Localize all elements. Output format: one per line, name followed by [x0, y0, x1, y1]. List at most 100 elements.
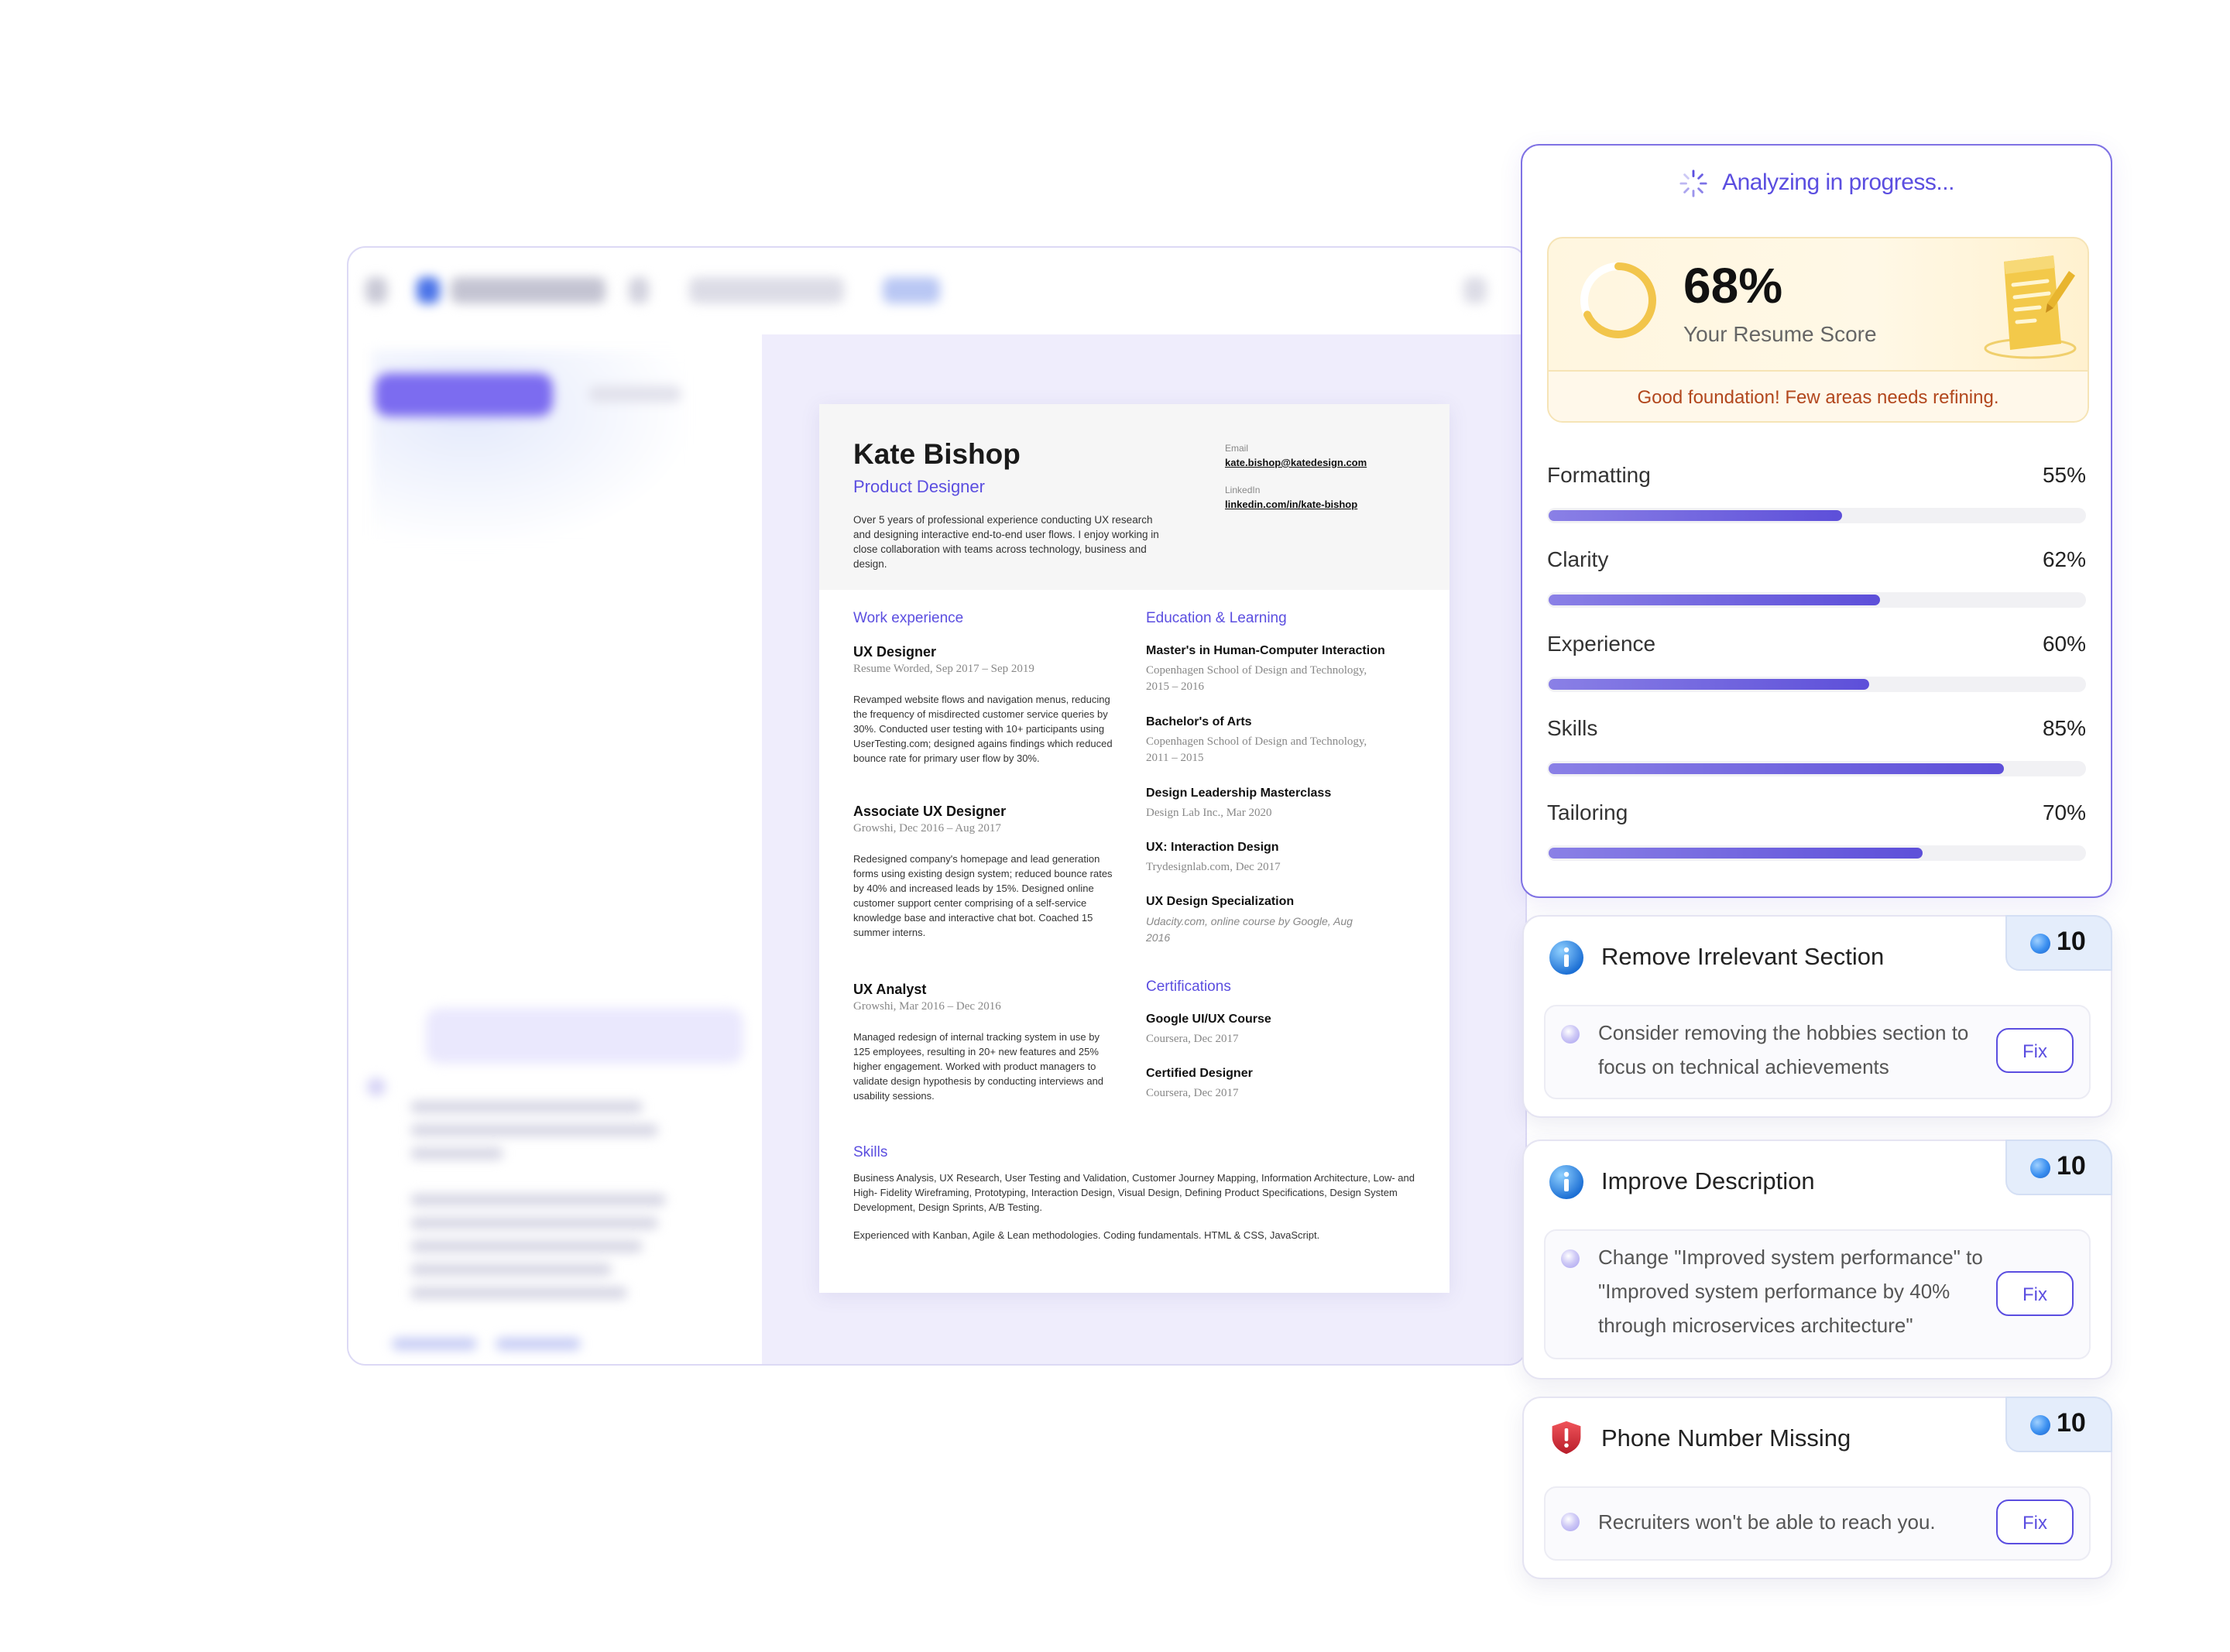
tab-inactive[interactable] — [588, 386, 681, 403]
metric-label: Clarity — [1547, 547, 1609, 571]
bullet-icon — [1561, 1513, 1580, 1531]
more-icon[interactable] — [1463, 277, 1487, 303]
coin-icon — [2030, 1158, 2050, 1178]
points-value: 10 — [2057, 927, 2086, 956]
metric-value: 62% — [2042, 547, 2086, 571]
email-label: Email — [1225, 443, 1249, 454]
work-title: Associate UX Designer — [853, 804, 1007, 819]
certification-title: Certified Designer — [1146, 1067, 1253, 1080]
education-title: Design Leadership Masterclass — [1146, 787, 1332, 800]
document-icon — [417, 277, 440, 303]
resume-role: Product Designer — [853, 477, 985, 496]
fix-button[interactable]: Fix — [1996, 1499, 2074, 1544]
coin-icon — [2030, 1415, 2050, 1435]
work-body: Redesigned company's homepage and lead g… — [853, 853, 1113, 938]
metric-label: Formatting — [1547, 463, 1651, 487]
suggestion-text: Consider removing the hobbies section to… — [1598, 1021, 1969, 1078]
editor-header — [348, 248, 1525, 336]
score-card-footer: Good foundation! Few areas needs refinin… — [1549, 370, 2088, 421]
suggestion-title: Remove Irrelevant Section — [1601, 943, 1885, 970]
chat-line — [410, 1101, 643, 1113]
metric-value: 60% — [2042, 632, 2086, 656]
back-icon[interactable] — [365, 277, 387, 303]
chat-action-link[interactable] — [392, 1338, 477, 1350]
email-link[interactable]: kate.bishop@katedesign.com — [1225, 457, 1367, 468]
metric-track — [1547, 845, 2086, 861]
suggestion-body: Change "Improved system performance" to … — [1544, 1229, 2091, 1359]
info-icon — [1549, 941, 1583, 975]
suggestion-title: Phone Number Missing — [1601, 1424, 1851, 1451]
metric-formatting: Formatting 55% — [1547, 463, 2086, 525]
work-body: Managed redesign of internal tracking sy… — [853, 1031, 1104, 1102]
analyzing-status: Analyzing in progress... — [1522, 169, 2111, 198]
resume-name: Kate Bishop — [853, 438, 1021, 470]
points-badge: 10 — [2005, 1140, 2112, 1195]
certification-title: Google UI/UX Course — [1146, 1013, 1271, 1026]
chat-line — [410, 1147, 503, 1160]
certifications-heading: Certifications — [1146, 979, 1231, 995]
work-body: Revamped website flows and navigation me… — [853, 694, 1113, 764]
metric-label: Experience — [1547, 632, 1656, 656]
fix-button[interactable]: Fix — [1996, 1271, 2074, 1316]
chat-line — [410, 1263, 612, 1276]
edit-icon[interactable] — [629, 277, 649, 303]
metric-experience: Experience 60% — [1547, 632, 2086, 694]
loading-spinner-icon — [1679, 170, 1707, 197]
score-gauge — [1580, 262, 1656, 338]
document-title[interactable] — [451, 277, 606, 303]
coin-icon — [2030, 934, 2050, 954]
score-card: 68% Your Resume Score Good foundation! F… — [1547, 237, 2089, 423]
metric-label: Skills — [1547, 716, 1598, 740]
suggestion-body: Consider removing the hobbies section to… — [1544, 1005, 2091, 1099]
suggestion-text: Change "Improved system performance" to … — [1598, 1246, 1983, 1337]
metric-track — [1547, 592, 2086, 608]
score-value: 68% — [1683, 258, 1783, 314]
points-value: 10 — [2057, 1408, 2086, 1438]
education-heading: Education & Learning — [1146, 610, 1287, 626]
chat-action-link[interactable] — [496, 1338, 581, 1350]
metric-skills: Skills 85% — [1547, 716, 2086, 778]
education-title: UX Design Specialization — [1146, 895, 1295, 908]
suggestion-card: Phone Number Missing 10 Recruiters won't… — [1522, 1397, 2112, 1579]
education-title: Bachelor's of Arts — [1146, 715, 1252, 728]
metric-track — [1547, 761, 2086, 776]
metric-value: 85% — [2042, 716, 2086, 740]
chat-line — [410, 1240, 643, 1253]
resume-score-panel: Analyzing in progress... 68% Your Resume… — [1521, 144, 2112, 898]
analyzing-text: Analyzing in progress... — [1722, 169, 1954, 195]
education-sub: Udacity.com, online course by Google, Au… — [1146, 915, 1353, 944]
resume-summary: Over 5 years of professional experience … — [853, 514, 1159, 570]
bullet-icon — [1561, 1249, 1580, 1268]
linkedin-label: LinkedIn — [1225, 485, 1261, 495]
metric-fill — [1549, 510, 1842, 521]
linkedin-link[interactable]: linkedin.com/in/kate-bishop — [1225, 499, 1357, 510]
score-message: Good foundation! Few areas needs refinin… — [1637, 387, 1999, 408]
points-badge: 10 — [2005, 915, 2112, 971]
resume-document-icon — [1984, 255, 2077, 359]
metric-track — [1547, 677, 2086, 692]
fix-button[interactable]: Fix — [1996, 1028, 2074, 1073]
certification-sub: Coursera, Dec 2017 — [1146, 1087, 1239, 1099]
metric-fill — [1549, 763, 2004, 774]
metric-clarity: Clarity 62% — [1547, 547, 2086, 609]
work-sub: Resume Worded, Sep 2017 – Sep 2019 — [853, 663, 1034, 675]
skills-extra-text: Experienced with Kanban, Agile & Lean me… — [853, 1229, 1320, 1241]
skills-heading: Skills — [853, 1144, 888, 1160]
work-sub: Growshi, Mar 2016 – Dec 2016 — [853, 1000, 1001, 1013]
target-role[interactable] — [689, 277, 844, 303]
tab-active[interactable] — [375, 373, 553, 416]
metric-tailoring: Tailoring 70% — [1547, 800, 2086, 862]
work-title: UX Designer — [853, 644, 937, 660]
suggestion-card: Remove Irrelevant Section 10 Consider re… — [1522, 915, 2112, 1118]
suggestion-card: Improve Description 10 Change "Improved … — [1522, 1140, 2112, 1380]
chat-line — [410, 1217, 658, 1229]
resume-page: Kate Bishop Product Designer Over 5 year… — [819, 404, 1450, 1293]
assistant-avatar — [367, 1078, 386, 1096]
education-sub: Copenhagen School of Design and Technolo… — [1146, 664, 1367, 693]
shield-alert-icon — [1552, 1421, 1581, 1455]
skills-text: Business Analysis, UX Research, User Tes… — [853, 1172, 1415, 1213]
education-sub: Trydesignlab.com, Dec 2017 — [1146, 861, 1281, 873]
metric-fill — [1549, 848, 1923, 859]
points-badge: 10 — [2005, 1397, 2112, 1452]
metric-fill — [1549, 595, 1880, 605]
